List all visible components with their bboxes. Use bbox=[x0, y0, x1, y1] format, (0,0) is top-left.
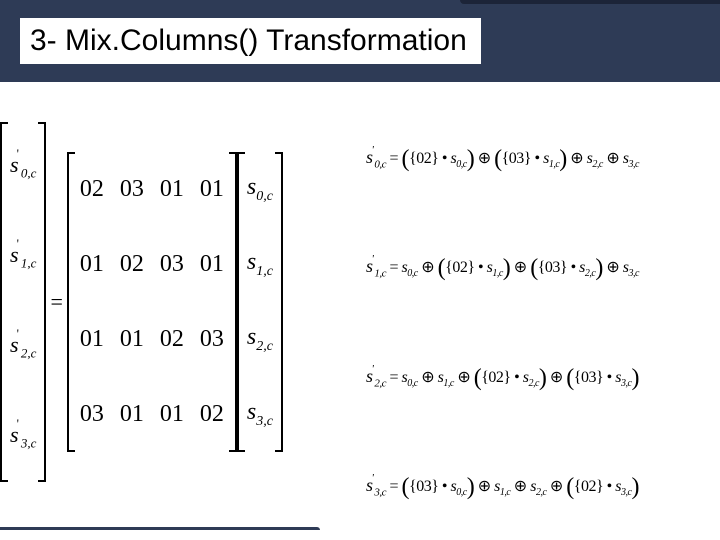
matrix-cell: 03 bbox=[120, 176, 144, 203]
matrix-cell: 01 bbox=[80, 326, 104, 353]
matrix-cell: 01 bbox=[160, 176, 184, 203]
slide-title: 3- Mix.Columns() Transformation bbox=[20, 18, 481, 64]
matrix-cell: 02 bbox=[80, 176, 104, 203]
matrix-cell: 01 bbox=[200, 251, 224, 278]
matrix-equation: s'0,c s'1,c s'2,c s'3,c = 02 03 01 01 01… bbox=[0, 82, 360, 540]
vec-cell: s'3,c bbox=[10, 422, 36, 451]
matrix-cell: 03 bbox=[200, 326, 224, 353]
equation-row: s'1,c = s0,c ⊕ ({02} • s1,c) ⊕ ({03} • s… bbox=[366, 252, 714, 280]
bracket-left-icon bbox=[237, 152, 245, 452]
matrix-cell: 03 bbox=[80, 401, 104, 428]
vec-cell: s0,c bbox=[247, 174, 273, 205]
equation-row: s'0,c = ({02} • s0,c) ⊕ ({03} • s1,c) ⊕ … bbox=[366, 143, 714, 171]
matrix-cell: 01 bbox=[160, 401, 184, 428]
equals-sign: = bbox=[46, 289, 66, 315]
matrix-cell: 03 bbox=[160, 251, 184, 278]
equation-row: s'3,c = ({03} • s0,c) ⊕ s1,c ⊕ s2,c ⊕ ({… bbox=[366, 471, 714, 499]
slide-body: s'0,c s'1,c s'2,c s'3,c = 02 03 01 01 01… bbox=[0, 82, 720, 540]
vec-cell: s2,c bbox=[247, 324, 273, 355]
vec-cell: s3,c bbox=[247, 399, 273, 430]
footer-accent bbox=[0, 527, 320, 530]
bracket-right-icon bbox=[38, 122, 46, 482]
state-vector: s0,c s1,c s2,c s3,c bbox=[245, 152, 275, 452]
slide-header: 3- Mix.Columns() Transformation bbox=[0, 0, 720, 82]
matrix-cell: 01 bbox=[120, 326, 144, 353]
matrix-cell: 01 bbox=[80, 251, 104, 278]
equation-row: s'2,c = s0,c ⊕ s1,c ⊕ ({02} • s2,c) ⊕ ({… bbox=[366, 362, 714, 390]
header-accent bbox=[460, 0, 720, 4]
matrix-cell: 02 bbox=[200, 401, 224, 428]
vec-cell: s1,c bbox=[247, 249, 273, 280]
vec-cell: s'0,c bbox=[10, 152, 36, 181]
coefficient-matrix: 02 03 01 01 01 02 03 01 01 01 02 03 03 0… bbox=[75, 152, 229, 452]
bracket-left-icon bbox=[0, 122, 8, 482]
bracket-left-icon bbox=[67, 152, 75, 452]
vec-cell: s'2,c bbox=[10, 332, 36, 361]
matrix-cell: 02 bbox=[160, 326, 184, 353]
matrix-cell: 01 bbox=[120, 401, 144, 428]
bracket-right-icon bbox=[229, 152, 237, 452]
matrix-cell: 01 bbox=[200, 176, 224, 203]
equation-list: s'0,c = ({02} • s0,c) ⊕ ({03} • s1,c) ⊕ … bbox=[360, 82, 720, 540]
result-vector: s'0,c s'1,c s'2,c s'3,c bbox=[8, 122, 38, 482]
vec-cell: s'1,c bbox=[10, 242, 36, 271]
bracket-right-icon bbox=[275, 152, 283, 452]
matrix-cell: 02 bbox=[120, 251, 144, 278]
